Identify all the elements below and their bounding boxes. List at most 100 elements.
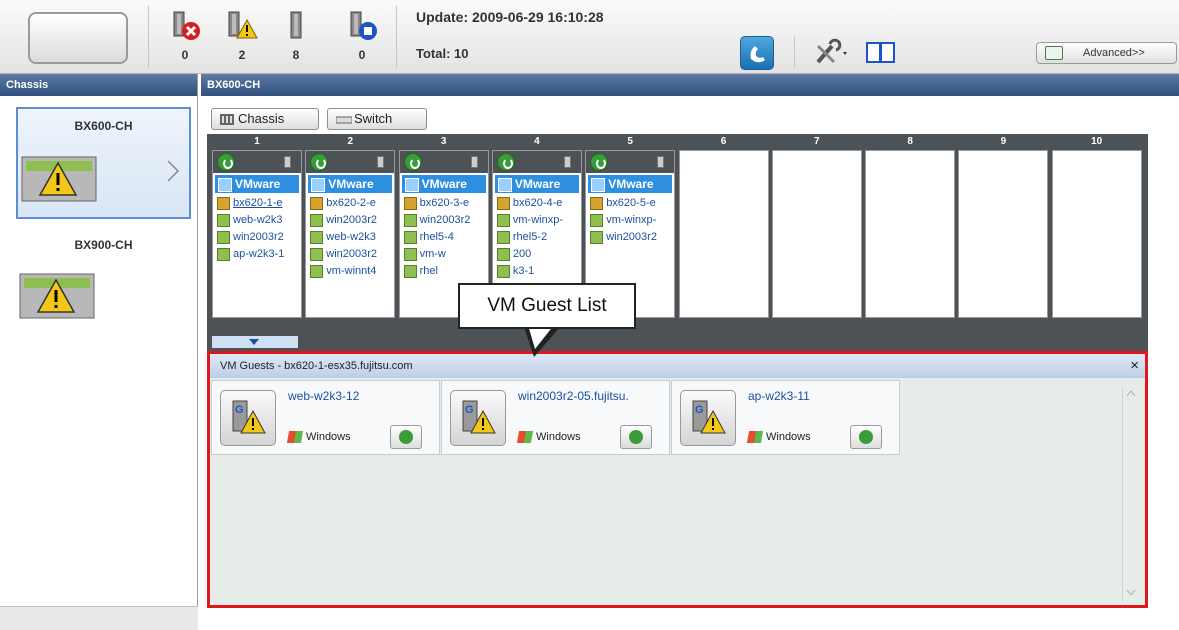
vm-guest-name[interactable]: win2003r2-05.fujitsu. [518,389,664,403]
divider [794,36,795,68]
guest-link[interactable]: 200 [493,246,581,263]
chassis-item-bx600[interactable]: BX600-CH [16,107,191,219]
empty-slot-7[interactable] [771,150,862,318]
status-warning[interactable]: 2 [222,8,262,70]
top-toolbar: 0 2 8 0 Update: 2009-06-29 16:10:28 Tota… [0,0,1179,74]
empty-slot-6[interactable] [678,150,769,318]
empty-slot-10[interactable] [1051,150,1142,318]
vm-guest-name[interactable]: web-w2k3-12 [288,389,434,403]
status-normal[interactable]: 8 [276,8,316,70]
host-link[interactable]: bx620-5-e [586,195,674,212]
vmware-label[interactable]: VMware [494,175,579,193]
guest-link[interactable]: vm-winxp- [586,212,674,229]
link-label: vm-w [419,248,446,260]
update-timestamp: Update: 2009-06-29 16:10:28 [416,9,604,25]
guest-link[interactable]: win2003r2 [306,246,394,263]
vm-guests-title: VM Guests - bx620-1-esx35.fujitsu.com [220,360,413,372]
link-label: 200 [512,248,532,260]
left-panel-footer [0,606,198,630]
tools-icon[interactable] [812,38,852,66]
blade-header [213,151,301,173]
vm-guest-card[interactable]: Gap-w2k3-11 Windows [671,380,900,455]
guest-link[interactable]: k3-1 [493,263,581,280]
guest-link[interactable]: rhel5-2 [493,229,581,246]
slot-number: 3 [440,136,447,147]
tab-switch[interactable]: Switch [327,108,427,130]
vm-guest-card[interactable]: Gwin2003r2-05.fujitsu. Windows [441,380,670,455]
power-on-icon [310,153,329,171]
power-button[interactable] [620,425,652,449]
tab-switch-label: Switch [354,111,393,126]
svg-text:G: G [235,404,244,416]
blade-header [306,151,395,173]
guest-link[interactable]: web-w2k3 [306,229,394,246]
slot-number: 10 [1091,136,1103,147]
guest-link[interactable]: rhel5-4 [400,229,488,246]
slot-number: 7 [814,136,820,147]
close-icon[interactable]: × [1130,354,1139,378]
guest-link[interactable]: win2003r2 [586,229,674,246]
slot-number: 2 [347,136,354,147]
normal-count: 8 [292,48,300,62]
guest-link[interactable]: vm-w [400,246,488,263]
server-warning-icon [228,11,258,39]
power-button[interactable] [390,425,422,449]
guest-link[interactable]: vm-winxp- [493,212,581,229]
guest-icon [496,265,510,278]
host-link[interactable]: bx620-2-e [306,195,394,212]
switch-icon [336,116,352,124]
link-label: bx620-1-e [233,197,283,209]
phone-icon[interactable] [740,36,774,70]
guest-link[interactable]: vm-winnt4 [306,263,394,280]
vmware-label[interactable]: VMware [308,175,393,193]
link-label: rhel [419,265,438,277]
vm-guest-card[interactable]: Gweb-w2k3-12 Windows [211,380,440,455]
link-label: k3-1 [512,265,535,277]
guest-link[interactable]: win2003r2 [213,229,301,246]
vmware-label[interactable]: VMware [588,175,673,193]
power-on-icon [403,153,422,171]
advanced-button[interactable]: Advanced>> [1036,42,1177,64]
host-link[interactable]: bx620-4-e [493,195,581,212]
host-icon [310,197,324,210]
blade-slot-1[interactable]: VMware bx620-1-e web-w2k3 win2003r2 ap-w2k3-… [212,150,302,318]
host-icon [590,197,604,210]
link-label: win2003r2 [326,248,378,260]
callout-label: VM Guest List [458,283,636,329]
windows-os-label: Windows [518,431,581,443]
guest-link[interactable]: web-w2k3 [213,212,301,229]
windows-os-label: Windows [748,431,811,443]
guest-link[interactable]: ap-w2k3-1 [213,246,301,263]
logo-button[interactable] [28,12,128,64]
host-icon [217,197,230,210]
tab-chassis[interactable]: Chassis [211,108,319,130]
link-label: bx620-5-e [606,197,656,209]
guest-link[interactable]: rhel [400,263,488,280]
error-count: 0 [181,48,189,62]
guest-icon [403,248,417,261]
host-link[interactable]: bx620-3-e [400,195,488,212]
vertical-scrollbar[interactable] [1122,386,1139,602]
chassis-item-bx900[interactable]: BX900-CH [16,228,191,340]
power-button[interactable] [850,425,882,449]
empty-slot-8[interactable] [865,150,956,318]
server-error-icon [173,11,200,40]
blade-server-icon [284,156,291,168]
link-label: vm-winnt4 [326,265,377,277]
collapse-arrow-icon[interactable] [212,336,298,348]
vm-guests-header: VM Guests - bx620-1-esx35.fujitsu.com × [210,354,1145,378]
guest-link[interactable]: win2003r2 [306,212,394,229]
vm-guest-name[interactable]: ap-w2k3-11 [748,389,894,403]
blade-slot-2[interactable]: VMware bx620-2-e win2003r2 web-w2k3 win2003r… [305,150,396,318]
manual-book-icon[interactable] [864,38,898,66]
vmware-label[interactable]: VMware [401,175,486,193]
status-unknown[interactable]: 0 [342,8,382,70]
status-error[interactable]: 0 [165,8,205,70]
vmware-label[interactable]: VMware [215,175,299,193]
guest-icon [310,265,324,278]
windows-os-label: Windows [288,431,351,443]
server-normal-icon [290,11,302,39]
host-link[interactable]: bx620-1-e [213,195,301,212]
guest-link[interactable]: win2003r2 [400,212,488,229]
empty-slot-9[interactable] [958,150,1049,318]
